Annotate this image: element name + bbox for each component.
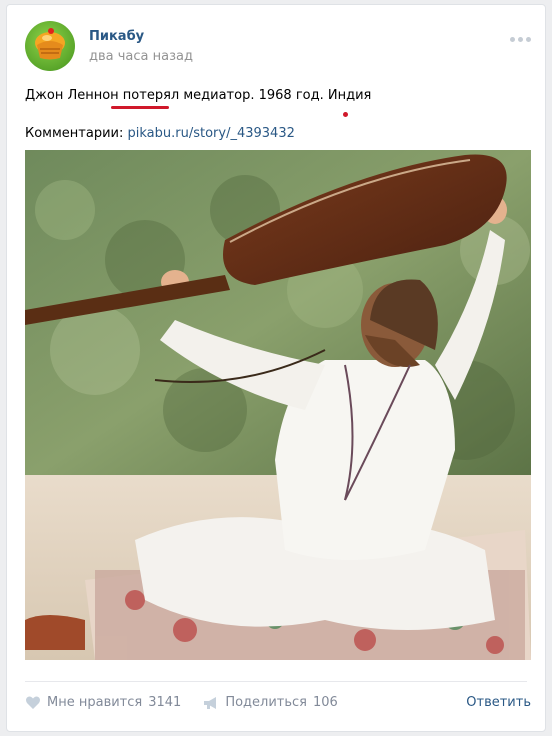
share-count: 106 <box>313 695 338 710</box>
share-button[interactable]: Поделиться 106 <box>203 695 338 710</box>
more-menu-icon[interactable] <box>510 37 531 42</box>
red-underline-annotation <box>111 106 169 109</box>
post-photo[interactable] <box>25 150 531 660</box>
megaphone-icon <box>204 696 217 709</box>
comments-label: Комментарии: <box>25 126 128 141</box>
post-actions: Мне нравится 3141 Поделиться 106 Ответит… <box>25 695 531 710</box>
comments-line: Комментарии: pikabu.ru/story/_4393432 <box>25 125 295 143</box>
comments-link[interactable]: pikabu.ru/story/_4393432 <box>128 126 295 141</box>
post-card: Пикабу два часа назад Джон Леннон потеря… <box>6 4 546 732</box>
menu-dot <box>510 37 515 42</box>
menu-dot <box>526 37 531 42</box>
share-label: Поделиться <box>225 695 307 710</box>
post-text: Джон Леннон потерял медиатор. 1968 год. … <box>25 88 372 103</box>
author-avatar[interactable] <box>25 21 75 71</box>
footer-divider <box>25 681 527 682</box>
menu-dot <box>518 37 523 42</box>
like-button[interactable]: Мне нравится 3141 <box>25 695 181 710</box>
photo-image <box>25 150 531 660</box>
author-name[interactable]: Пикабу <box>89 29 144 44</box>
cupcake-logo-icon <box>35 28 65 60</box>
post-time[interactable]: два часа назад <box>89 49 193 64</box>
like-label: Мне нравится <box>47 695 143 710</box>
heart-icon <box>26 696 40 709</box>
like-count: 3141 <box>148 695 182 710</box>
reply-button[interactable]: Ответить <box>466 695 531 710</box>
red-dot-annotation <box>343 112 348 117</box>
